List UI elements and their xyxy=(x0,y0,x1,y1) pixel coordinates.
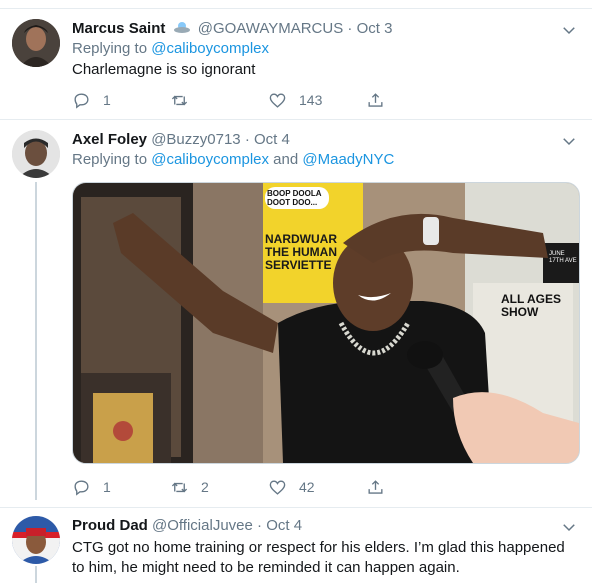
photo-image xyxy=(73,183,579,463)
retweet-button[interactable]: 2 xyxy=(170,477,209,497)
tweet-header: Proud Dad @OfficialJuvee · Oct 4 xyxy=(72,516,562,536)
tweet[interactable]: Axel Foley @Buzzy0713 · Oct 4 Replying t… xyxy=(0,120,592,500)
reply-count: 1 xyxy=(103,479,111,495)
poster-sign: NARDWUAR THE HUMAN SERVIETTE xyxy=(265,232,337,272)
avatar[interactable] xyxy=(12,19,60,67)
tweet-date[interactable]: Oct 3 xyxy=(357,20,393,37)
like-button[interactable]: 42 xyxy=(268,477,315,497)
chevron-down-icon[interactable] xyxy=(560,132,578,150)
separator-dot: · xyxy=(244,131,250,148)
tweet-text: CTG got no home training or respect for … xyxy=(72,539,565,576)
share-icon xyxy=(368,92,383,107)
tweet-actions: 1 2 42 xyxy=(72,477,392,497)
tweet-date[interactable]: Oct 4 xyxy=(254,131,290,148)
separator-dot: · xyxy=(347,20,353,37)
thread-line xyxy=(35,182,37,500)
retweet-icon xyxy=(171,95,188,105)
poster-sign: JUNE 17TH AVE xyxy=(549,251,577,264)
mention-link[interactable]: @MaadyNYC xyxy=(302,151,394,168)
heart-icon xyxy=(269,92,286,108)
tweet-actions: 1 143 xyxy=(72,90,392,110)
separator-dot: · xyxy=(257,517,263,534)
share-button[interactable] xyxy=(366,477,385,497)
tweet[interactable]: Proud Dad @OfficialJuvee · Oct 4 CTG got… xyxy=(0,508,592,583)
tweet-date[interactable]: Oct 4 xyxy=(266,517,302,534)
avatar[interactable] xyxy=(12,130,60,178)
retweet-count: 2 xyxy=(201,479,209,495)
reply-icon xyxy=(74,479,89,496)
display-name[interactable]: Proud Dad xyxy=(72,517,148,534)
reply-button[interactable]: 1 xyxy=(72,90,111,110)
user-handle[interactable]: @GOAWAYMARCUS xyxy=(198,20,344,37)
like-count: 143 xyxy=(299,92,323,108)
replying-to: Replying to @caliboycomplex xyxy=(72,39,269,59)
user-handle[interactable]: @OfficialJuvee xyxy=(152,517,253,534)
reply-icon xyxy=(74,92,89,109)
share-icon xyxy=(368,479,383,494)
display-name[interactable]: Marcus Saint xyxy=(72,20,165,37)
poster-sign: ALL AGES SHOW xyxy=(501,292,562,319)
avatar-image xyxy=(12,516,60,564)
avatar[interactable] xyxy=(12,516,60,564)
like-button[interactable]: 143 xyxy=(268,90,322,110)
reply-count: 1 xyxy=(103,92,111,108)
replying-prefix: Replying to xyxy=(72,40,148,57)
tweet-header: Marcus Saint @GOAWAYMARCUS · Oct 3 xyxy=(72,19,562,39)
chevron-down-icon[interactable] xyxy=(560,21,578,39)
tweet-text: Charlemagne is so ignorant xyxy=(72,61,256,78)
reply-button[interactable]: 1 xyxy=(72,477,111,497)
share-button[interactable] xyxy=(366,90,385,110)
user-handle[interactable]: @Buzzy0713 xyxy=(151,131,240,148)
ufo-emoji-icon xyxy=(173,22,190,33)
tweet-header: Axel Foley @Buzzy0713 · Oct 4 xyxy=(72,130,562,150)
retweet-button[interactable] xyxy=(170,90,201,110)
replying-join: and xyxy=(273,151,299,168)
avatar-image xyxy=(12,19,60,67)
retweet-icon xyxy=(171,482,188,492)
display-name[interactable]: Axel Foley xyxy=(72,131,147,148)
thread-line xyxy=(35,566,37,583)
avatar-image xyxy=(12,130,60,178)
tweet-media-photo[interactable]: BOOP DOOLA DOOT DOO... NARDWUAR THE HUMA… xyxy=(72,182,580,464)
tweet[interactable]: Marcus Saint @GOAWAYMARCUS · Oct 3 Reply… xyxy=(0,9,592,119)
like-count: 42 xyxy=(299,479,315,495)
heart-icon xyxy=(269,479,286,495)
mention-link[interactable]: @caliboycomplex xyxy=(151,151,269,168)
poster-sign: BOOP DOOLA DOOT DOO... xyxy=(265,187,329,209)
replying-prefix: Replying to xyxy=(72,151,148,168)
replying-to: Replying to @caliboycomplex and @MaadyNY… xyxy=(72,150,394,170)
chevron-down-icon[interactable] xyxy=(560,518,578,536)
mention-link[interactable]: @caliboycomplex xyxy=(151,40,269,57)
